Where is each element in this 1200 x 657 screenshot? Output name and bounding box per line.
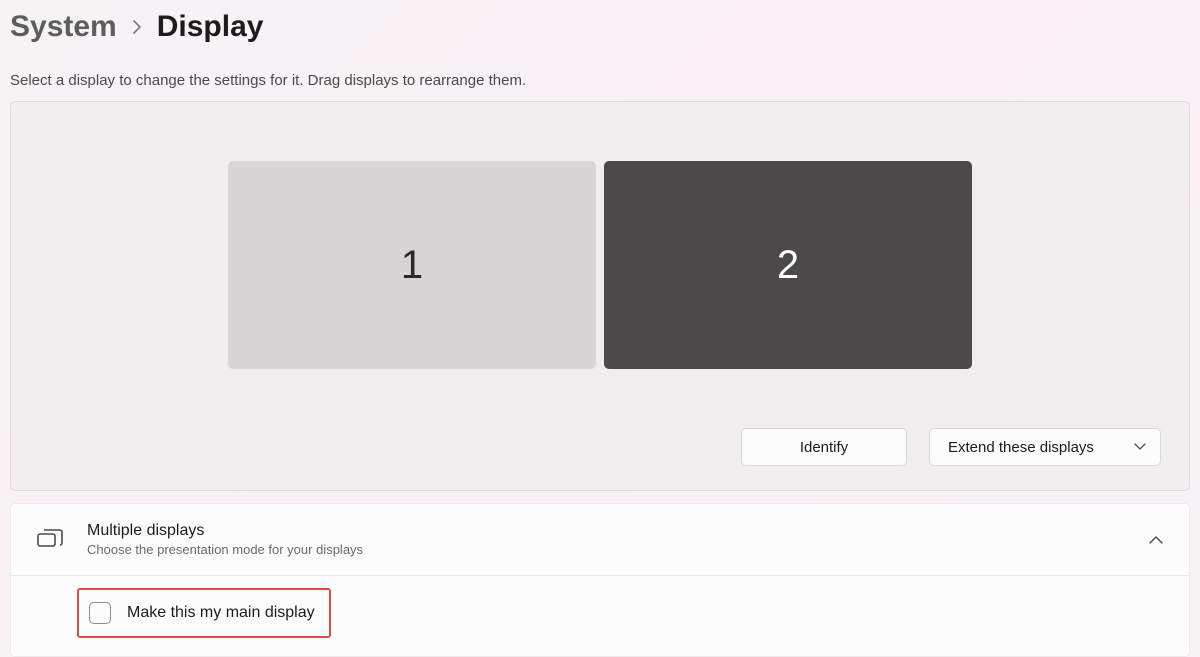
monitors-canvas[interactable]: 1 2	[11, 102, 1189, 428]
extend-mode-dropdown[interactable]: Extend these displays	[929, 428, 1161, 466]
page-title: Display	[157, 10, 264, 44]
multiple-displays-subtitle: Choose the presentation mode for your di…	[87, 542, 1149, 557]
chevron-right-icon	[131, 20, 143, 34]
main-display-label[interactable]: Make this my main display	[127, 604, 315, 622]
panel-buttons: Identify Extend these displays	[11, 428, 1189, 490]
instruction-text: Select a display to change the settings …	[0, 50, 1200, 101]
display-arrangement-panel: 1 2 Identify Extend these displays	[10, 101, 1190, 491]
multiple-displays-text: Multiple displays Choose the presentatio…	[87, 522, 1149, 557]
monitor-1[interactable]: 1	[228, 161, 596, 369]
chevron-down-icon	[1134, 443, 1146, 451]
main-display-row: Make this my main display	[11, 576, 1189, 656]
monitor-2[interactable]: 2	[604, 161, 972, 369]
multiple-displays-icon	[37, 529, 63, 551]
extend-mode-label: Extend these displays	[948, 439, 1094, 456]
main-display-checkbox[interactable]	[89, 602, 111, 624]
breadcrumb-parent-system[interactable]: System	[10, 10, 117, 44]
multiple-displays-title: Multiple displays	[87, 522, 1149, 540]
identify-button[interactable]: Identify	[741, 428, 907, 466]
multiple-displays-section: Multiple displays Choose the presentatio…	[10, 503, 1190, 657]
multiple-displays-expander[interactable]: Multiple displays Choose the presentatio…	[11, 504, 1189, 576]
breadcrumb: System Display	[0, 0, 1200, 50]
chevron-up-icon	[1149, 535, 1163, 544]
main-display-highlight: Make this my main display	[77, 588, 331, 638]
